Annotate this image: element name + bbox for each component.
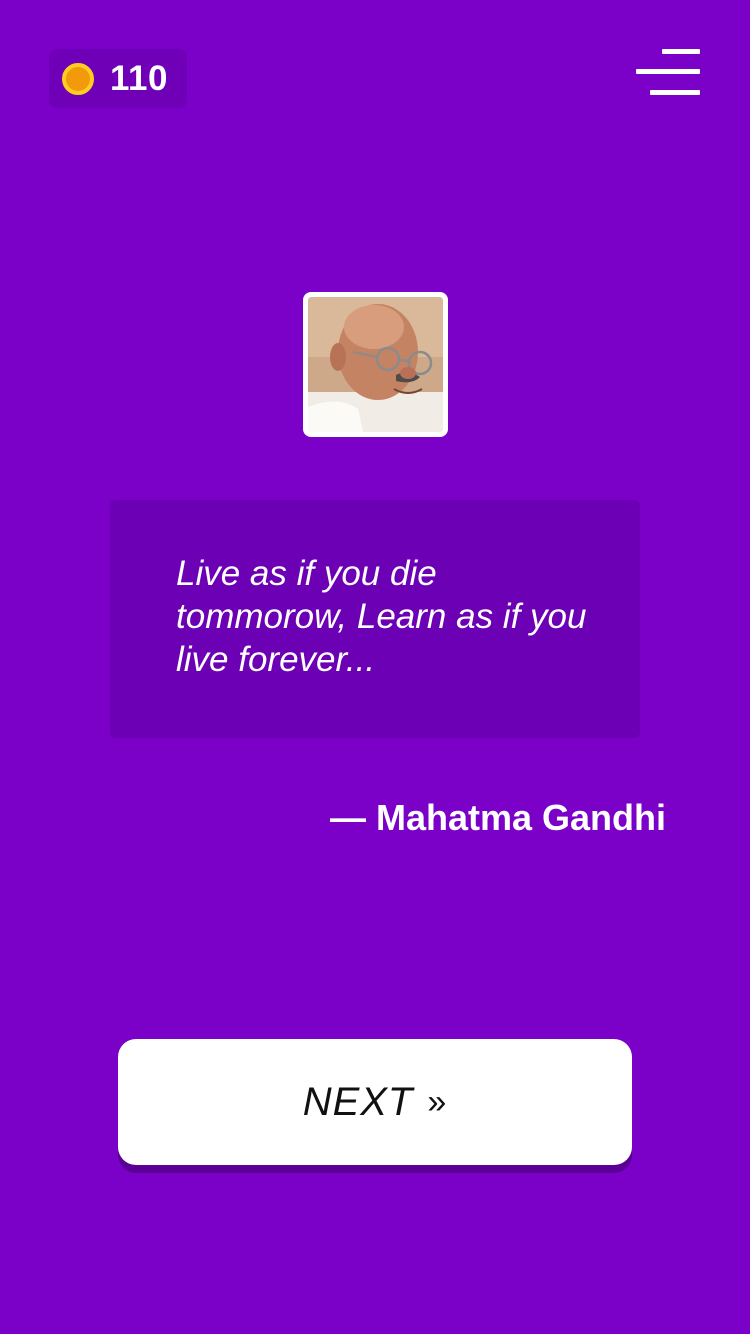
menu-button[interactable]	[636, 49, 702, 99]
next-button[interactable]: NEXT »	[118, 1039, 632, 1165]
author-portrait	[303, 292, 448, 437]
coin-icon	[62, 62, 94, 95]
quote-card: Live as if you die tommorow, Learn as if…	[110, 500, 640, 738]
portrait-image	[308, 297, 443, 432]
coin-count: 110	[110, 58, 168, 98]
next-button-label: NEXT	[302, 1079, 414, 1124]
menu-icon	[662, 49, 700, 54]
quote-text: Live as if you die tommorow, Learn as if…	[176, 554, 587, 679]
coin-balance: 110	[49, 49, 187, 108]
quote-author: — Mahatma Gandhi	[329, 797, 666, 838]
double-chevron-right-icon: »	[427, 1082, 448, 1121]
